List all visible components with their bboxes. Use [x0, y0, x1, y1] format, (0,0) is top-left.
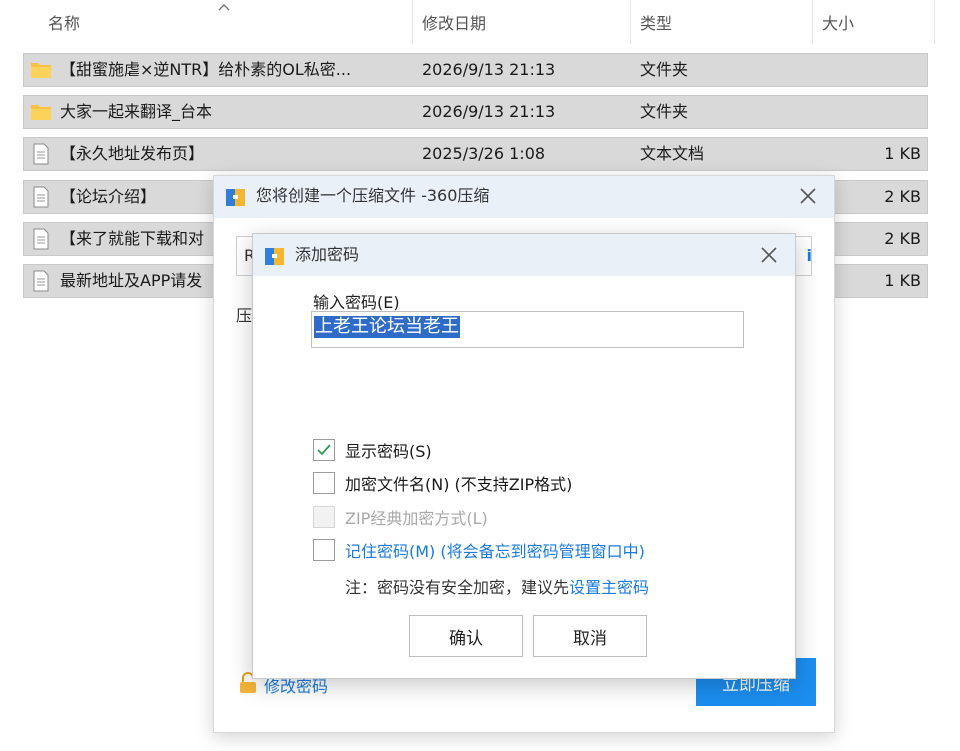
password-dialog-titlebar[interactable]: 添加密码	[253, 234, 795, 276]
confirm-button[interactable]: 确认	[409, 615, 523, 657]
encrypt-filenames-checkbox[interactable]: 加密文件名(N) (不支持ZIP格式)	[313, 471, 572, 495]
column-separator	[934, 0, 935, 44]
document-icon	[30, 270, 52, 292]
password-label: 输入密码(E)	[313, 293, 400, 312]
security-note: 注：密码没有安全加密，建议先设置主密码	[345, 578, 650, 597]
file-row[interactable]: 大家一起来翻译_台本 2026/9/13 21:13 文件夹	[23, 95, 928, 129]
column-separator	[812, 0, 813, 44]
close-icon[interactable]	[794, 182, 822, 210]
document-icon	[30, 143, 52, 165]
compress-option-label: 压	[236, 306, 253, 325]
checkbox-icon	[313, 506, 335, 528]
set-master-password-link[interactable]: 设置主密码	[569, 578, 649, 597]
folder-icon	[30, 59, 52, 81]
document-icon	[30, 186, 52, 208]
remember-password-checkbox[interactable]: 记住密码(M) (将会备忘到密码管理窗口中)	[313, 538, 645, 562]
compress-dialog-titlebar[interactable]: 您将创建一个压缩文件 -360压缩	[214, 176, 834, 218]
column-header-name[interactable]: 名称	[48, 0, 80, 44]
document-icon	[30, 228, 52, 250]
column-header-size[interactable]: 大小	[822, 0, 854, 44]
checkbox-checked-icon	[313, 439, 335, 461]
sort-up-icon	[217, 0, 231, 16]
add-password-dialog: 添加密码 输入密码(E) 上老王论坛当老王 显示密码(S) 加密文件名(N) (…	[252, 233, 796, 679]
checkbox-icon	[313, 539, 335, 561]
archive-app-icon	[224, 185, 248, 213]
zip-classic-encryption-checkbox: ZIP经典加密方式(L)	[313, 505, 488, 529]
column-header-type[interactable]: 类型	[640, 0, 672, 44]
column-separator	[412, 0, 413, 44]
file-row[interactable]: 【永久地址发布页】 2025/3/26 1:08 文本文档 1 KB	[23, 137, 928, 171]
close-icon[interactable]	[755, 241, 783, 269]
password-value: 上老王论坛当老王	[314, 316, 460, 338]
checkbox-icon	[313, 472, 335, 494]
archive-app-icon	[263, 244, 287, 272]
column-separator	[630, 0, 631, 44]
show-password-checkbox[interactable]: 显示密码(S)	[313, 438, 432, 462]
cancel-button[interactable]: 取消	[533, 615, 647, 657]
password-input[interactable]: 上老王论坛当老王	[311, 311, 744, 348]
column-header-date[interactable]: 修改日期	[422, 0, 486, 44]
file-row[interactable]: 【甜蜜施虐×逆NTR】给朴素的OL私密... 2026/9/13 21:13 文…	[23, 53, 928, 87]
browse-link[interactable]: i	[807, 246, 812, 265]
folder-icon	[30, 101, 52, 123]
